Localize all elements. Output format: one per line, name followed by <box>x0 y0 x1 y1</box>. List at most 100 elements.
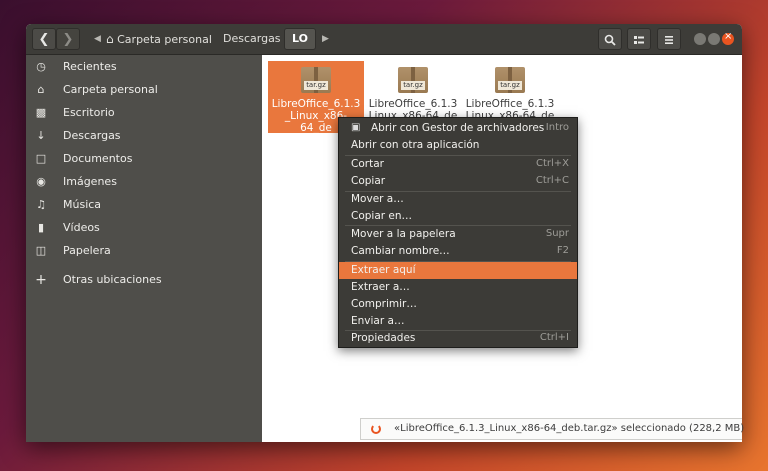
menu-item-accel: Ctrl+X <box>535 158 569 169</box>
menu-item-label: Cambiar nombre… <box>351 245 450 257</box>
download-icon: ↓ <box>36 129 46 142</box>
menu-button[interactable] <box>657 28 681 50</box>
file-type-tag: tar.gz <box>498 81 522 90</box>
menu-item-send-to[interactable]: Enviar a… <box>339 313 577 330</box>
file-type-tag: tar.gz <box>304 81 328 90</box>
trash-icon: ◫ <box>35 244 47 257</box>
menu-item-label: Extraer aquí <box>351 264 416 276</box>
sidebar-item-recent[interactable]: ◷ Recientes <box>26 56 262 78</box>
minimize-button[interactable] <box>694 33 706 45</box>
menu-item-open-with-other[interactable]: Abrir con otra aplicación <box>339 137 577 154</box>
menu-item-open-archive-manager[interactable]: ▣ Abrir con Gestor de archivadores Intro <box>339 120 577 137</box>
menu-item-label: Abrir con Gestor de archivadores <box>371 122 545 134</box>
list-view-icon <box>634 36 644 44</box>
sidebar: ◷ Recientes ⌂ Carpeta personal ▩ Escrito… <box>26 55 262 442</box>
archive-icon: tar.gz <box>301 67 331 93</box>
menu-item-rename[interactable]: Cambiar nombre… F2 <box>339 243 577 260</box>
menu-item-copy[interactable]: Copiar Ctrl+C <box>339 173 577 190</box>
music-icon: ♫ <box>36 198 46 211</box>
file-type-tag: tar.gz <box>401 81 425 90</box>
breadcrumb-downloads[interactable]: Descargas <box>215 28 289 50</box>
menu-item-accel: Supr <box>545 228 569 239</box>
breadcrumb-current-label: LO <box>292 32 308 45</box>
menu-item-move-to-trash[interactable]: Mover a la papelera Supr <box>339 226 577 243</box>
sidebar-item-label: Vídeos <box>63 221 100 234</box>
breadcrumb-scroll-right[interactable]: ▶ <box>314 28 337 50</box>
menu-item-label: Propiedades <box>351 332 416 344</box>
spinner-icon <box>371 424 381 434</box>
breadcrumb-home[interactable]: ⌂ Carpeta personal <box>98 28 220 50</box>
close-button[interactable]: × <box>722 31 734 45</box>
menu-item-cut[interactable]: Cortar Ctrl+X <box>339 156 577 173</box>
view-toggle-button[interactable] <box>627 28 651 50</box>
menu-item-extract-to[interactable]: Extraer a… <box>339 279 577 296</box>
menu-item-move-to[interactable]: Mover a… <box>339 191 577 208</box>
sidebar-item-label: Imágenes <box>63 175 117 188</box>
sidebar-item-pictures[interactable]: ◉ Imágenes <box>26 171 262 193</box>
sidebar-item-label: Descargas <box>63 129 121 142</box>
close-icon: × <box>724 31 733 42</box>
menu-item-label: Copiar en… <box>351 210 413 222</box>
sidebar-item-music[interactable]: ♫ Música <box>26 194 262 216</box>
sidebar-item-label: Papelera <box>63 244 111 257</box>
sidebar-item-other-locations[interactable]: + Otras ubicaciones <box>26 269 262 291</box>
sidebar-item-label: Recientes <box>63 60 117 73</box>
sidebar-item-home[interactable]: ⌂ Carpeta personal <box>26 79 262 101</box>
triangle-right-icon: ▶ <box>322 34 329 44</box>
archive-manager-icon: ▣ <box>351 122 361 133</box>
archive-icon: tar.gz <box>398 67 428 93</box>
folder-icon: ▩ <box>35 106 47 119</box>
back-button[interactable]: ❮ <box>32 28 56 50</box>
menu-item-copy-to[interactable]: Copiar en… <box>339 208 577 225</box>
archive-icon: tar.gz <box>495 67 525 93</box>
sidebar-item-label: Otras ubicaciones <box>63 273 162 286</box>
menu-item-accel: Intro <box>545 122 569 133</box>
menu-item-label: Comprimir… <box>351 298 417 310</box>
menu-item-label: Abrir con otra aplicación <box>351 139 480 151</box>
context-menu: ▣ Abrir con Gestor de archivadores Intro… <box>338 117 578 348</box>
document-icon: □ <box>35 152 47 165</box>
clock-icon: ◷ <box>36 60 46 73</box>
file-name-line: LibreOffice_6.1.3 <box>271 98 361 110</box>
menu-item-compress[interactable]: Comprimir… <box>339 296 577 313</box>
breadcrumb-home-label: Carpeta personal <box>117 33 212 46</box>
chevron-left-icon: ❮ <box>38 32 50 47</box>
file-name-line: b.tar.gz <box>296 134 336 146</box>
status-bar: «LibreOffice_6.1.3_Linux_x86-64_deb.tar.… <box>360 418 745 440</box>
menu-item-label: Enviar a… <box>351 315 405 327</box>
sidebar-item-desktop[interactable]: ▩ Escritorio <box>26 102 262 124</box>
menu-item-accel: Ctrl+C <box>535 175 569 186</box>
forward-button[interactable]: ❯ <box>56 28 80 50</box>
sidebar-item-downloads[interactable]: ↓ Descargas <box>26 125 262 147</box>
sidebar-item-trash[interactable]: ◫ Papelera <box>26 240 262 262</box>
menu-item-label: Mover a la papelera <box>351 228 456 240</box>
header-bar: ❮ ❯ ◀ ⌂ Carpeta personal Descargas LO ▶ <box>26 24 742 55</box>
chevron-right-icon: ❯ <box>62 32 74 47</box>
menu-item-properties[interactable]: Propiedades Ctrl+I <box>339 330 577 347</box>
hamburger-icon <box>665 36 673 44</box>
menu-item-label: Cortar <box>351 158 384 170</box>
sidebar-item-label: Escritorio <box>63 106 115 119</box>
sidebar-item-label: Documentos <box>63 152 133 165</box>
search-icon <box>604 34 616 46</box>
maximize-button[interactable] <box>708 33 720 45</box>
menu-item-label: Mover a… <box>351 193 404 205</box>
camera-icon: ◉ <box>36 175 46 188</box>
menu-item-label: Copiar <box>351 175 386 187</box>
search-button[interactable] <box>598 28 622 50</box>
sidebar-item-label: Música <box>63 198 102 211</box>
sidebar-item-label: Carpeta personal <box>63 83 158 96</box>
video-icon: ▮ <box>37 221 45 234</box>
status-text: «LibreOffice_6.1.3_Linux_x86-64_deb.tar.… <box>394 423 745 434</box>
menu-item-label: Extraer a… <box>351 281 410 293</box>
breadcrumb-downloads-label: Descargas <box>223 32 281 45</box>
home-icon: ⌂ <box>37 83 45 96</box>
plus-icon: + <box>35 272 47 288</box>
menu-item-extract-here[interactable]: Extraer aquí <box>339 262 577 279</box>
breadcrumb-current[interactable]: LO <box>284 28 316 50</box>
menu-item-accel: F2 <box>556 245 569 256</box>
sidebar-item-documents[interactable]: □ Documentos <box>26 148 262 170</box>
menu-item-accel: Ctrl+I <box>539 332 569 343</box>
home-icon: ⌂ <box>106 32 114 46</box>
sidebar-item-videos[interactable]: ▮ Vídeos <box>26 217 262 239</box>
